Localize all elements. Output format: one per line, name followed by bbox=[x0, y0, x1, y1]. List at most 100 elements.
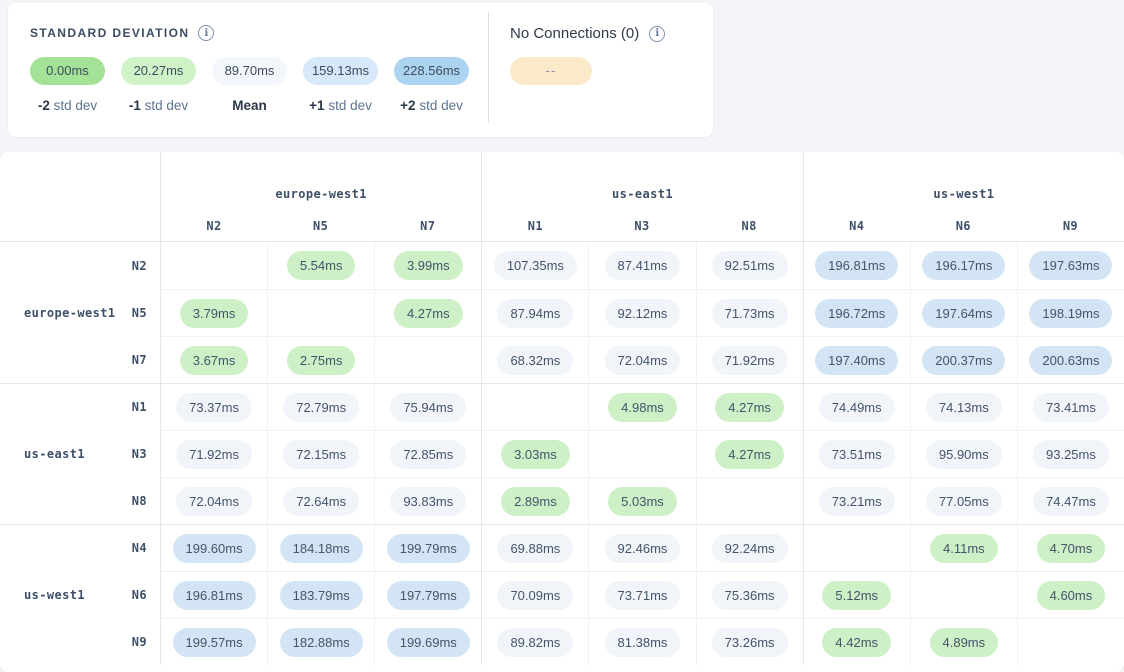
matrix-cell[interactable]: 68.32ms bbox=[481, 336, 588, 383]
latency-pill[interactable]: 93.25ms bbox=[1033, 440, 1109, 469]
matrix-cell[interactable]: 182.88ms bbox=[267, 618, 374, 665]
matrix-cell[interactable]: 196.81ms bbox=[160, 571, 267, 618]
matrix-cell[interactable]: 95.90ms bbox=[910, 430, 1017, 477]
matrix-cell[interactable]: 73.41ms bbox=[1017, 383, 1124, 430]
latency-pill[interactable]: 4.98ms bbox=[608, 393, 677, 422]
matrix-cell[interactable]: 4.42ms bbox=[803, 618, 910, 665]
latency-pill[interactable]: 198.19ms bbox=[1029, 299, 1112, 328]
matrix-cell[interactable]: 69.88ms bbox=[481, 524, 588, 571]
latency-pill[interactable]: 70.09ms bbox=[497, 581, 573, 610]
latency-pill[interactable]: 199.69ms bbox=[387, 628, 470, 657]
matrix-cell[interactable]: 197.40ms bbox=[803, 336, 910, 383]
latency-pill[interactable]: 81.38ms bbox=[605, 628, 681, 657]
latency-pill[interactable]: 92.24ms bbox=[712, 534, 788, 563]
latency-pill[interactable]: 73.41ms bbox=[1033, 393, 1109, 422]
matrix-cell[interactable] bbox=[160, 242, 267, 289]
info-icon[interactable]: i bbox=[649, 26, 665, 42]
matrix-cell[interactable]: 73.37ms bbox=[160, 383, 267, 430]
matrix-cell[interactable] bbox=[910, 571, 1017, 618]
matrix-cell[interactable]: 93.83ms bbox=[374, 477, 481, 524]
latency-pill[interactable]: 72.79ms bbox=[283, 393, 359, 422]
latency-pill[interactable]: 95.90ms bbox=[926, 440, 1002, 469]
latency-pill[interactable]: 107.35ms bbox=[494, 251, 577, 280]
matrix-cell[interactable]: 81.38ms bbox=[588, 618, 695, 665]
latency-pill[interactable]: 199.57ms bbox=[173, 628, 256, 657]
matrix-cell[interactable]: 197.63ms bbox=[1017, 242, 1124, 289]
latency-pill[interactable]: 4.60ms bbox=[1037, 581, 1106, 610]
matrix-cell[interactable]: 4.70ms bbox=[1017, 524, 1124, 571]
latency-pill[interactable]: 72.85ms bbox=[390, 440, 466, 469]
latency-pill[interactable]: 184.18ms bbox=[280, 534, 363, 563]
matrix-cell[interactable]: 4.60ms bbox=[1017, 571, 1124, 618]
latency-pill[interactable]: 196.72ms bbox=[815, 299, 898, 328]
latency-pill[interactable]: 4.70ms bbox=[1037, 534, 1106, 563]
matrix-cell[interactable]: 75.36ms bbox=[696, 571, 803, 618]
matrix-cell[interactable]: 92.24ms bbox=[696, 524, 803, 571]
matrix-cell[interactable]: 200.37ms bbox=[910, 336, 1017, 383]
latency-pill[interactable]: 72.04ms bbox=[176, 487, 252, 516]
latency-pill[interactable]: 196.81ms bbox=[815, 251, 898, 280]
latency-pill[interactable]: 3.67ms bbox=[180, 346, 249, 375]
latency-pill[interactable]: 75.36ms bbox=[712, 581, 788, 610]
matrix-cell[interactable]: 5.03ms bbox=[588, 477, 695, 524]
matrix-cell[interactable]: 77.05ms bbox=[910, 477, 1017, 524]
latency-pill[interactable]: 199.60ms bbox=[173, 534, 256, 563]
latency-pill[interactable]: 197.40ms bbox=[815, 346, 898, 375]
latency-pill[interactable]: 73.71ms bbox=[605, 581, 681, 610]
latency-pill[interactable]: 74.13ms bbox=[926, 393, 1002, 422]
latency-pill[interactable]: 199.79ms bbox=[387, 534, 470, 563]
matrix-cell[interactable]: 74.49ms bbox=[803, 383, 910, 430]
matrix-cell[interactable]: 198.19ms bbox=[1017, 289, 1124, 336]
latency-pill[interactable]: 74.49ms bbox=[819, 393, 895, 422]
matrix-cell[interactable]: 200.63ms bbox=[1017, 336, 1124, 383]
latency-pill[interactable]: 73.26ms bbox=[712, 628, 788, 657]
matrix-cell[interactable]: 4.27ms bbox=[374, 289, 481, 336]
latency-pill[interactable]: 2.89ms bbox=[501, 487, 570, 516]
info-icon[interactable]: i bbox=[198, 25, 214, 41]
matrix-cell[interactable] bbox=[696, 477, 803, 524]
latency-pill[interactable]: 71.92ms bbox=[712, 346, 788, 375]
matrix-cell[interactable]: 2.89ms bbox=[481, 477, 588, 524]
matrix-cell[interactable]: 197.64ms bbox=[910, 289, 1017, 336]
matrix-cell[interactable]: 87.41ms bbox=[588, 242, 695, 289]
matrix-cell[interactable]: 92.51ms bbox=[696, 242, 803, 289]
latency-pill[interactable]: 3.03ms bbox=[501, 440, 570, 469]
latency-pill[interactable]: 68.32ms bbox=[497, 346, 573, 375]
matrix-cell[interactable]: 2.75ms bbox=[267, 336, 374, 383]
matrix-cell[interactable]: 196.81ms bbox=[803, 242, 910, 289]
matrix-cell[interactable]: 74.47ms bbox=[1017, 477, 1124, 524]
matrix-cell[interactable]: 71.92ms bbox=[696, 336, 803, 383]
matrix-cell[interactable]: 73.21ms bbox=[803, 477, 910, 524]
matrix-cell[interactable]: 3.79ms bbox=[160, 289, 267, 336]
latency-pill[interactable]: 71.73ms bbox=[712, 299, 788, 328]
matrix-cell[interactable]: 71.92ms bbox=[160, 430, 267, 477]
latency-pill[interactable]: 4.11ms bbox=[930, 534, 998, 563]
latency-pill[interactable]: 71.92ms bbox=[176, 440, 252, 469]
matrix-cell[interactable]: 70.09ms bbox=[481, 571, 588, 618]
matrix-cell[interactable] bbox=[481, 383, 588, 430]
latency-pill[interactable]: 4.89ms bbox=[930, 628, 999, 657]
latency-pill[interactable]: 77.05ms bbox=[926, 487, 1002, 516]
matrix-cell[interactable] bbox=[1017, 618, 1124, 665]
matrix-cell[interactable] bbox=[803, 524, 910, 571]
matrix-cell[interactable]: 89.82ms bbox=[481, 618, 588, 665]
matrix-cell[interactable]: 4.11ms bbox=[910, 524, 1017, 571]
matrix-cell[interactable]: 92.46ms bbox=[588, 524, 695, 571]
latency-pill[interactable]: 5.03ms bbox=[608, 487, 677, 516]
matrix-cell[interactable]: 5.12ms bbox=[803, 571, 910, 618]
latency-pill[interactable]: 4.27ms bbox=[715, 393, 784, 422]
matrix-cell[interactable]: 75.94ms bbox=[374, 383, 481, 430]
matrix-cell[interactable]: 107.35ms bbox=[481, 242, 588, 289]
matrix-cell[interactable]: 199.79ms bbox=[374, 524, 481, 571]
matrix-cell[interactable] bbox=[588, 430, 695, 477]
latency-pill[interactable]: 72.15ms bbox=[283, 440, 359, 469]
latency-pill[interactable]: 3.99ms bbox=[394, 251, 463, 280]
latency-pill[interactable]: 92.46ms bbox=[605, 534, 681, 563]
matrix-cell[interactable]: 93.25ms bbox=[1017, 430, 1124, 477]
matrix-cell[interactable]: 3.67ms bbox=[160, 336, 267, 383]
latency-pill[interactable]: 196.17ms bbox=[922, 251, 1005, 280]
latency-pill[interactable]: 197.79ms bbox=[387, 581, 470, 610]
latency-pill[interactable]: 5.12ms bbox=[822, 581, 891, 610]
matrix-cell[interactable]: 72.15ms bbox=[267, 430, 374, 477]
latency-pill[interactable]: 89.82ms bbox=[497, 628, 573, 657]
